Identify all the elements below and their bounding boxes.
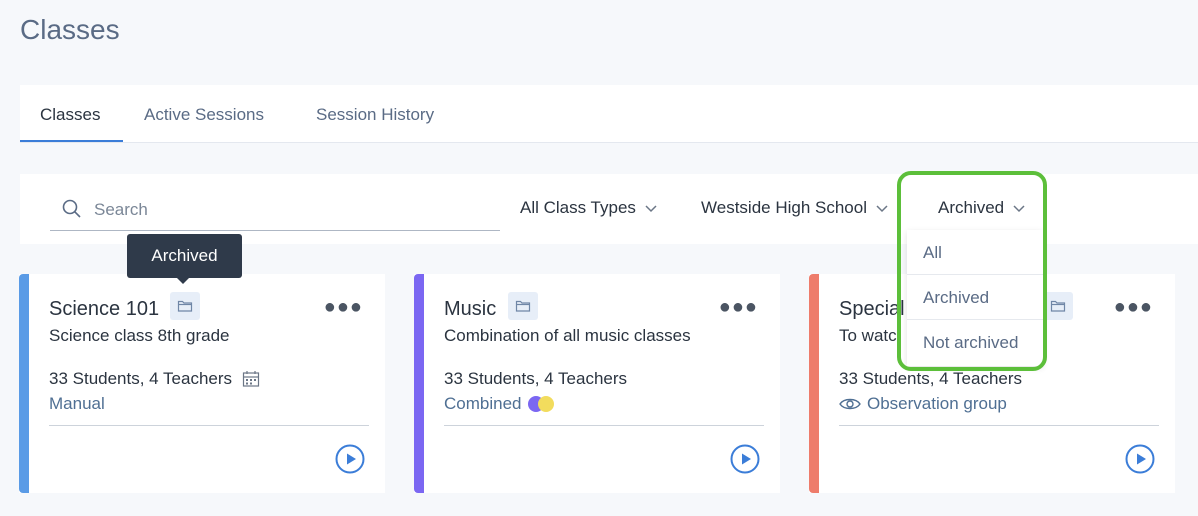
search-placeholder: Search (94, 200, 148, 219)
chevron-down-icon (876, 205, 888, 213)
folder-icon[interactable] (1043, 292, 1073, 320)
tab-session-history[interactable]: Session History (316, 85, 434, 143)
school-filter[interactable]: Westside High School (701, 198, 889, 218)
class-type: Observation group (867, 394, 1007, 413)
class-types-label: All Class Types (520, 198, 636, 217)
play-session-button[interactable] (1125, 444, 1155, 474)
more-options-button[interactable]: ●●● (1114, 296, 1153, 319)
page-title: Classes (20, 14, 120, 45)
card-divider (839, 425, 1159, 426)
archived-tooltip: Archived (127, 234, 242, 284)
class-type: Combined (444, 394, 522, 413)
combined-dots-icon (527, 396, 554, 412)
class-description: Combination of all music classes (444, 326, 691, 345)
highlight-box (897, 171, 1047, 371)
class-name: Music (444, 298, 497, 320)
class-description: Science class 8th grade (49, 326, 230, 345)
more-options-button[interactable]: ●●● (719, 296, 758, 319)
tab-classes[interactable]: Classes (40, 85, 100, 143)
play-session-button[interactable] (730, 444, 760, 474)
class-type-row: Observation group (839, 394, 1007, 414)
chevron-down-icon (645, 205, 657, 213)
class-counts: 33 Students, 4 Teachers (839, 369, 1022, 389)
calendar-icon (242, 371, 260, 387)
class-types-filter[interactable]: All Class Types (520, 198, 658, 218)
active-tab-indicator (20, 140, 123, 142)
class-name: Special (839, 298, 905, 320)
school-label: Westside High School (701, 198, 867, 217)
class-card-music[interactable]: Music ●●● Combination of all music class… (414, 274, 780, 493)
eye-icon (839, 398, 861, 410)
more-options-button[interactable]: ●●● (324, 296, 363, 319)
search-icon (62, 199, 81, 218)
tab-active-sessions[interactable]: Active Sessions (144, 85, 264, 143)
card-stripe (414, 274, 424, 493)
class-card-science-101[interactable]: Science 101 ●●● Science class 8th grade … (19, 274, 385, 493)
counts-text: 33 Students, 4 Teachers (444, 369, 628, 388)
tab-bar: Classes Active Sessions Session History (20, 85, 1198, 143)
play-session-button[interactable] (335, 444, 365, 474)
class-counts: 33 Students, 4 Teachers (49, 369, 260, 389)
folder-icon[interactable] (508, 292, 538, 320)
card-divider (49, 425, 369, 426)
class-counts: 33 Students, 4 Teachers (444, 369, 627, 389)
counts-text: 33 Students, 4 Teachers (839, 369, 1023, 388)
class-name: Science 101 (49, 298, 160, 320)
class-type: Manual (49, 394, 105, 413)
search-input[interactable]: Search (50, 188, 500, 231)
class-description: To watc (839, 326, 897, 345)
card-divider (444, 425, 764, 426)
card-stripe (19, 274, 29, 493)
counts-text: 33 Students, 4 Teachers (49, 369, 233, 388)
card-stripe (809, 274, 819, 493)
class-type-row: Combined (444, 394, 554, 414)
folder-icon[interactable] (170, 292, 200, 320)
